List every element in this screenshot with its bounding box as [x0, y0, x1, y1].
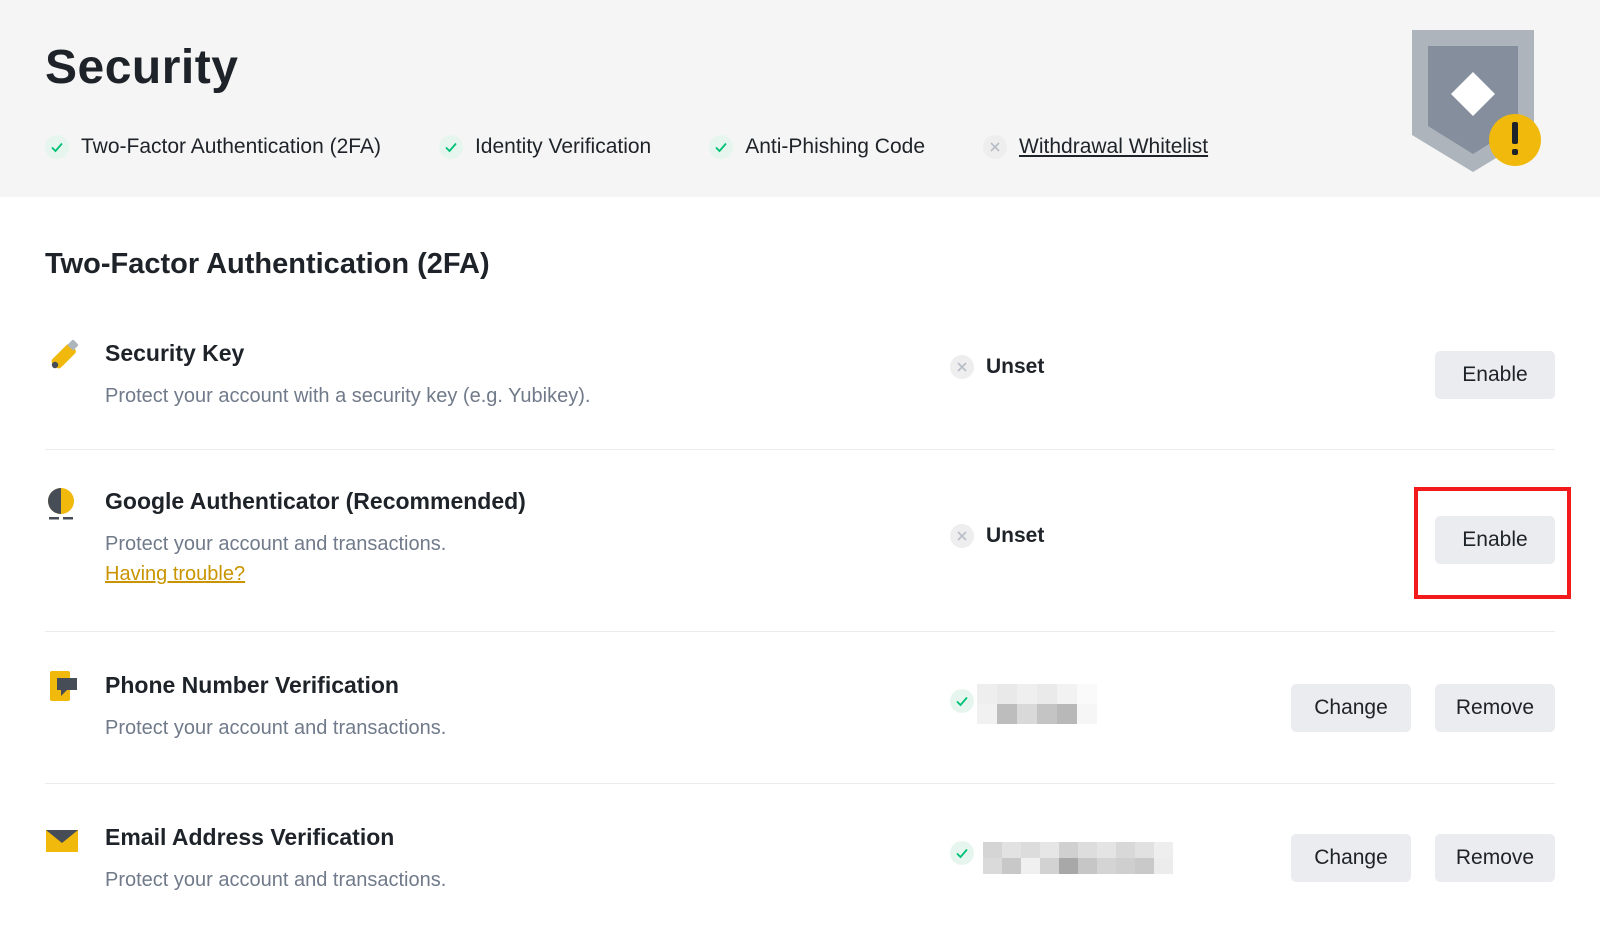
row-phone-verification: Phone Number Verification Protect your a… [45, 632, 1555, 784]
highlight-box [1414, 487, 1571, 599]
google-authenticator-icon [45, 487, 81, 523]
row-status [950, 841, 986, 865]
remove-phone-button[interactable]: Remove [1435, 684, 1555, 732]
security-status-list: Two-Factor Authentication (2FA) Identity… [45, 132, 1266, 162]
row-email-verification: Email Address Verification Protect your … [45, 784, 1555, 936]
row-title: Phone Number Verification [105, 672, 399, 698]
check-icon [438, 135, 463, 159]
change-email-button[interactable]: Change [1291, 834, 1411, 882]
redacted-phone-number [977, 684, 1097, 724]
row-status: Unset [950, 524, 1044, 548]
status-text: Unset [986, 355, 1045, 378]
check-icon [950, 841, 974, 865]
security-key-icon [45, 339, 81, 375]
remove-email-button[interactable]: Remove [1435, 834, 1555, 882]
status-label: Anti-Phishing Code [745, 135, 926, 158]
section-title-2fa: Two-Factor Authentication (2FA) [45, 248, 490, 280]
check-icon [709, 135, 734, 159]
status-item-withdrawal-whitelist[interactable]: Withdrawal Whitelist [983, 135, 1208, 159]
row-security-key: Security Key Protect your account with a… [45, 325, 1555, 450]
shield-warning-icon [1410, 30, 1546, 175]
phone-icon [45, 670, 81, 706]
row-status: Unset [950, 355, 1044, 379]
cross-icon [950, 355, 974, 379]
row-title: Security Key [105, 340, 245, 366]
redacted-email-address [983, 842, 1173, 874]
row-description: Protect your account and transactions. [105, 869, 447, 891]
row-title: Google Authenticator (Recommended) [105, 488, 526, 514]
status-item-2fa: Two-Factor Authentication (2FA) [45, 135, 381, 159]
change-phone-button[interactable]: Change [1291, 684, 1411, 732]
cross-icon [983, 135, 1008, 159]
status-text: Unset [986, 524, 1045, 547]
check-icon [950, 689, 974, 713]
status-item-anti-phishing: Anti-Phishing Code [709, 135, 925, 159]
row-title: Email Address Verification [105, 824, 395, 850]
enable-security-key-button[interactable]: Enable [1435, 351, 1555, 399]
status-label: Identity Verification [474, 135, 652, 158]
cross-icon [950, 524, 974, 548]
withdrawal-whitelist-link[interactable]: Withdrawal Whitelist [1019, 135, 1208, 159]
security-header: Security Two-Factor Authentication (2FA)… [0, 0, 1600, 197]
status-item-identity: Identity Verification [438, 135, 652, 159]
row-description: Protect your account and transactions. [105, 717, 447, 739]
having-trouble-link[interactable]: Having trouble? [105, 563, 245, 586]
row-description: Protect your account with a security key… [105, 385, 591, 407]
row-description: Protect your account and transactions. [105, 533, 447, 555]
row-google-authenticator: Google Authenticator (Recommended) Prote… [45, 450, 1555, 632]
check-icon [45, 135, 69, 159]
page-title: Security [45, 41, 239, 94]
status-label: Two-Factor Authentication (2FA) [81, 135, 381, 158]
email-icon [45, 824, 81, 860]
